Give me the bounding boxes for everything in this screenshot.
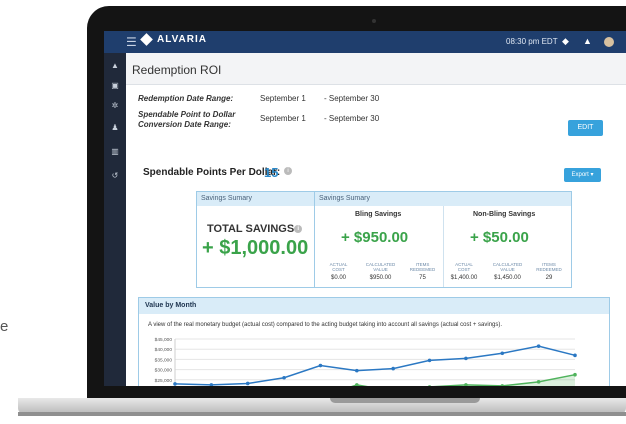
nav-history-icon[interactable]: ↺ xyxy=(110,171,120,181)
conversion-end-date: - September 30 xyxy=(324,114,380,123)
data-point-blue xyxy=(245,381,250,386)
page-title: Redemption ROI xyxy=(132,63,222,77)
logo-mark-icon xyxy=(140,32,153,46)
user-avatar[interactable] xyxy=(604,37,614,47)
edit-button[interactable]: EDIT xyxy=(568,120,603,136)
data-point-green xyxy=(355,383,359,386)
nav-analytics-icon[interactable]: ▥ xyxy=(110,147,120,157)
data-point-blue xyxy=(536,344,541,348)
total-savings-value: + $1,000.00 xyxy=(202,237,309,259)
y-tick-label: $30,000 xyxy=(155,368,173,374)
data-point-green xyxy=(428,385,432,386)
laptop-camera xyxy=(372,19,376,23)
top-bar: ☰ ALVARIA 08:30 pm EDT ◆ ▲ xyxy=(104,31,626,53)
app-screen: ☰ ALVARIA 08:30 pm EDT ◆ ▲ ▲ ▣ ✲ ♟ ▥ ↺ R… xyxy=(104,31,626,386)
bling-calculated-value: $950.00 xyxy=(369,275,392,281)
non-bling-actual-cost-label: ACTUAL COST xyxy=(455,262,473,272)
graduation-cap-icon[interactable]: ◆ xyxy=(562,36,569,47)
savings-breakdown-card: Savings Sumary Bling Savings + $950.00 A… xyxy=(314,191,572,288)
value-by-month-description: A view of the real monetary budget (actu… xyxy=(148,322,503,328)
bling-items-redeemed-value: 75 xyxy=(419,275,426,281)
data-point-green xyxy=(536,380,541,384)
total-savings-title: TOTAL SAVINGS i xyxy=(207,223,303,235)
laptop-foot xyxy=(18,412,626,416)
data-point-blue xyxy=(282,375,286,380)
data-point-blue xyxy=(573,353,577,358)
savings-breakdown-header: Savings Sumary xyxy=(315,192,571,206)
data-point-green xyxy=(500,384,505,386)
bling-calculated-value-label: CALCULATED VALUE xyxy=(365,262,396,272)
nav-settings-icon[interactable]: ✲ xyxy=(110,101,120,111)
points-per-dollar-value: 15 xyxy=(264,165,279,180)
data-point-blue xyxy=(355,368,359,373)
nav-graduation-icon[interactable]: ▲ xyxy=(110,61,120,71)
bling-savings-title: Bling Savings xyxy=(355,211,402,218)
export-button[interactable]: Export ▾ xyxy=(564,168,601,182)
brand-name: ALVARIA xyxy=(157,34,207,45)
value-by-month-card: Value by Month A view of the real moneta… xyxy=(138,297,610,386)
y-tick-label: $45,000 xyxy=(155,337,173,343)
current-time: 08:30 pm EDT xyxy=(506,37,558,46)
total-savings-card: Savings Sumary TOTAL SAVINGS i + $1,000.0… xyxy=(196,191,315,288)
data-point-green xyxy=(573,372,577,377)
non-bling-items-redeemed-label: ITEMS REDEEMED xyxy=(536,262,562,272)
non-bling-items-redeemed-value: 29 xyxy=(545,275,553,281)
menu-icon[interactable]: ☰ xyxy=(126,35,137,49)
total-savings-info-icon[interactable]: i xyxy=(294,225,303,233)
conversion-date-label-line2: Conversion Date Range: xyxy=(138,120,231,129)
data-point-blue xyxy=(464,356,468,361)
bling-savings-value: + $950.00 xyxy=(341,229,409,246)
notifications-icon[interactable]: ▲ xyxy=(583,36,592,46)
total-savings-header: Savings Sumary xyxy=(197,192,314,206)
redemption-end-date: - September 30 xyxy=(324,94,380,103)
brand-logo: ALVARIA xyxy=(140,32,207,46)
info-icon[interactable]: i xyxy=(284,167,292,175)
savings-area xyxy=(353,374,575,386)
non-bling-calculated-value-label: CALCULATED VALUE xyxy=(492,262,523,272)
data-point-blue xyxy=(173,382,177,386)
value-by-month-chart: $45,000$40,000$35,000$30,000$25,000$20,0… xyxy=(155,337,577,386)
bling-actual-cost-label: ACTUAL COST xyxy=(329,262,348,272)
nav-team-icon[interactable]: ♟ xyxy=(110,123,120,133)
non-bling-savings-title: Non-Bling Savings xyxy=(473,211,536,218)
page-header: Redemption ROI xyxy=(126,53,626,85)
background-text: e xyxy=(0,318,9,335)
non-bling-actual-cost-value: $1,400.00 xyxy=(450,275,478,281)
conversion-start-date: September 1 xyxy=(260,114,306,123)
bling-actual-cost-value: $0.00 xyxy=(330,275,346,281)
nav-report-icon[interactable]: ▣ xyxy=(110,81,120,91)
total-savings-label: TOTAL SAVINGS xyxy=(207,223,295,235)
data-point-blue xyxy=(391,366,395,371)
data-point-blue xyxy=(318,363,323,368)
redemption-date-label: Redemption Date Range: xyxy=(138,94,234,103)
main-content: Redemption ROI Redemption Date Range: Se… xyxy=(126,53,626,386)
non-bling-savings-value: + $50.00 xyxy=(470,229,529,246)
y-tick-label: $40,000 xyxy=(155,347,173,353)
non-bling-calculated-value: $1,450.00 xyxy=(494,275,521,281)
bling-items-redeemed-label: ITEMS REDEEMED xyxy=(409,262,436,272)
data-point-blue xyxy=(209,383,214,386)
points-per-dollar-label: Spendable Points Per Dollar: xyxy=(143,167,281,178)
value-by-month-title: Value by Month xyxy=(139,298,609,314)
series-line-blue xyxy=(174,345,576,386)
redemption-start-date: September 1 xyxy=(260,94,306,103)
savings-divider xyxy=(443,206,444,287)
data-point-green xyxy=(464,383,468,386)
laptop-notch xyxy=(330,398,480,403)
data-point-blue xyxy=(500,351,505,356)
conversion-date-label-line1: Spendable Point to Dollar xyxy=(138,110,236,119)
y-tick-label: $35,000 xyxy=(155,357,173,363)
side-navigation: ▲ ▣ ✲ ♟ ▥ ↺ xyxy=(104,53,126,386)
y-tick-label: $25,000 xyxy=(155,378,173,384)
data-point-blue xyxy=(427,358,432,363)
